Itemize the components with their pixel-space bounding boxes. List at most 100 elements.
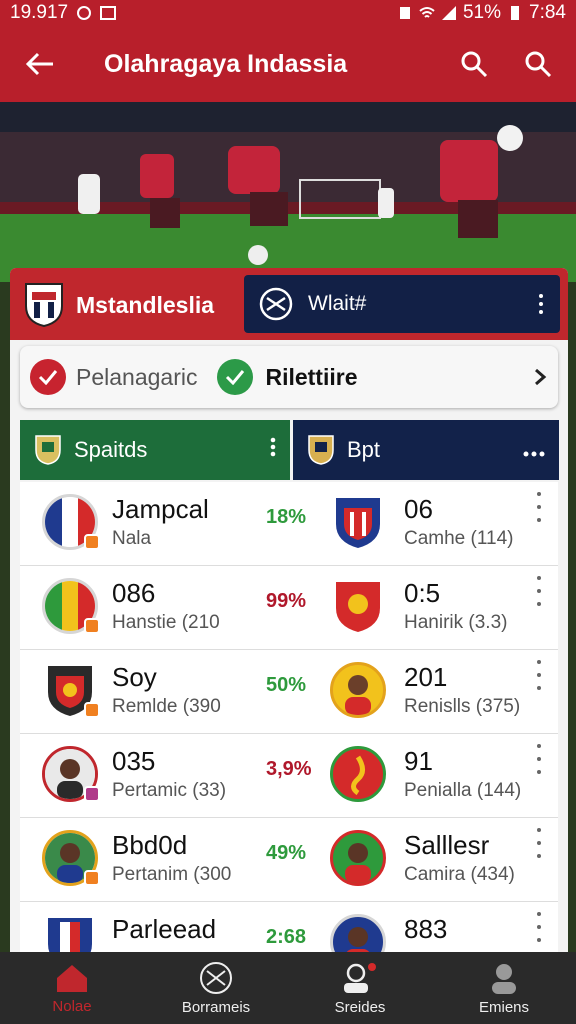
status-badge: [84, 618, 100, 634]
wifi-icon: [419, 7, 435, 18]
more-vert-icon[interactable]: [534, 660, 544, 690]
more-vert-icon[interactable]: [534, 912, 544, 942]
page-title: Olahragaya Indassia: [104, 49, 348, 78]
right-team-name: 0:5: [404, 578, 441, 608]
nav-home[interactable]: Nolae: [0, 952, 144, 1024]
percentage: 50%: [266, 674, 307, 696]
left-team-name: Soy: [112, 662, 157, 692]
right-team-name: Salllesr: [404, 830, 490, 860]
person-icon: [492, 963, 516, 994]
list-item[interactable]: 035 Pertamic (33) 3,9% 91 Penialla (144): [20, 734, 558, 818]
search-icon: [461, 51, 488, 78]
team-logo: [330, 494, 386, 550]
arrow-left-icon: [25, 52, 53, 76]
signal-icon: [441, 6, 456, 20]
status-badge: [84, 702, 100, 718]
status-badge: [84, 870, 100, 886]
more-vert-icon[interactable]: [534, 828, 544, 858]
mute-icon: [399, 7, 410, 19]
filter-option-b-label: Rilettiire: [265, 363, 358, 390]
status-time-left: 19.917: [10, 2, 69, 23]
left-team-detail: Pertamic (33): [112, 780, 227, 801]
chevron-right-icon[interactable]: [532, 367, 548, 387]
left-team-detail: Remlde (390: [112, 696, 221, 717]
team-logo: [330, 578, 386, 634]
battery-percent: 51%: [462, 2, 502, 23]
match-tab[interactable]: Wlait#: [244, 275, 560, 333]
list-item[interactable]: Soy Remlde (390 50% 201 Renislls (375): [20, 650, 558, 734]
filter-row: Pelanagaric Rilettiire: [20, 346, 558, 408]
nav-profile[interactable]: Emiens: [432, 952, 576, 1024]
list-item[interactable]: Jampcal Nala 18% 06 Camhe (114): [20, 482, 558, 566]
right-team-name: 91: [404, 746, 433, 776]
left-team-detail: Pertanim (300: [112, 864, 232, 885]
list-item[interactable]: 086 Hanstie (210 99% 0:5 Hanirik (3.3): [20, 566, 558, 650]
nav-home-label: Nolae: [52, 997, 92, 1015]
right-team-name: 201: [404, 662, 448, 692]
percentage: 18%: [266, 506, 307, 528]
nav-profile-label: Emiens: [478, 998, 530, 1016]
more-vert-icon[interactable]: [534, 576, 544, 606]
league-crest-icon: [308, 435, 334, 465]
league-crest-icon: [35, 435, 61, 465]
hero-match-image: [0, 102, 576, 282]
nav-teams-label: Sreides: [334, 998, 386, 1016]
left-team-name: 035: [112, 746, 156, 776]
nav-teams[interactable]: Sreides: [288, 952, 432, 1024]
section-right-title: Bpt: [347, 437, 381, 462]
stadium-scene: [0, 102, 576, 282]
filter-option-a-label: Pelanagaric: [76, 363, 198, 390]
player-avatar: [330, 662, 386, 718]
right-team-detail: Hanirik (3.3): [404, 612, 508, 633]
stats-list: Jampcal Nala 18% 06 Camhe (114) 086 Hans…: [20, 482, 558, 968]
team-tab[interactable]: Mstandleslia: [24, 278, 214, 332]
right-team-detail: Camhe (114): [404, 528, 514, 549]
team-logo: [330, 746, 386, 802]
left-team-name: 086: [112, 578, 156, 608]
more-vert-icon[interactable]: [536, 294, 546, 314]
nav-matches[interactable]: Borrameis: [144, 952, 288, 1024]
status-bar: 19.917 51% 7:84: [0, 0, 576, 26]
percentage: 99%: [266, 590, 307, 612]
back-button[interactable]: [0, 26, 80, 102]
bottom-nav: Nolae Borrameis Sreides Emiens: [0, 952, 576, 1024]
match-tab-label: Wlait#: [308, 292, 367, 315]
more-vert-icon[interactable]: [534, 744, 544, 774]
more-vert-icon[interactable]: [534, 492, 544, 522]
app-bar: Olahragaya Indassia: [0, 26, 576, 102]
check-circle-icon: [30, 359, 66, 395]
right-team-name: 883: [404, 914, 448, 944]
filter-option-a[interactable]: Pelanagaric: [30, 359, 197, 395]
stats-card: Mstandleslia Wlait# Pelanagaric Rilettii…: [10, 268, 568, 968]
team-crest-icon: [25, 283, 63, 328]
percentage: 2:68: [266, 926, 307, 948]
battery-icon: [511, 6, 520, 20]
search-button[interactable]: [456, 46, 492, 82]
more-horiz-icon[interactable]: [523, 437, 545, 463]
more-vert-icon[interactable]: [270, 437, 276, 463]
image-icon: [100, 6, 117, 20]
right-team-detail: Renislls (375): [404, 696, 521, 717]
list-item[interactable]: Bbd0d Pertanim (300 49% Salllesr Camira …: [20, 818, 558, 902]
soccer-ball-icon: [200, 961, 232, 994]
people-icon: [344, 962, 376, 993]
section-header-right[interactable]: Bpt: [293, 420, 559, 480]
player-avatar: [330, 830, 386, 886]
left-team-name: Jampcal: [112, 494, 209, 524]
home-icon: [57, 964, 87, 992]
section-left-title: Spaitds: [74, 437, 148, 462]
whistle-icon: [259, 287, 293, 321]
left-team-detail: Hanstie (210: [112, 612, 220, 633]
search-button-2[interactable]: [520, 46, 556, 82]
sync-icon: [77, 6, 92, 20]
right-team-detail: Penialla (144): [404, 780, 522, 801]
left-team-detail: Nala: [112, 528, 152, 549]
section-header-left[interactable]: Spaitds: [20, 420, 290, 480]
status-clock: 7:84: [529, 2, 566, 23]
status-badge: [84, 534, 100, 550]
percentage: 3,9%: [266, 758, 312, 780]
status-badge: [84, 786, 100, 802]
percentage: 49%: [266, 842, 307, 864]
filter-option-b[interactable]: Rilettiire: [217, 359, 358, 395]
check-circle-icon: [217, 359, 254, 395]
